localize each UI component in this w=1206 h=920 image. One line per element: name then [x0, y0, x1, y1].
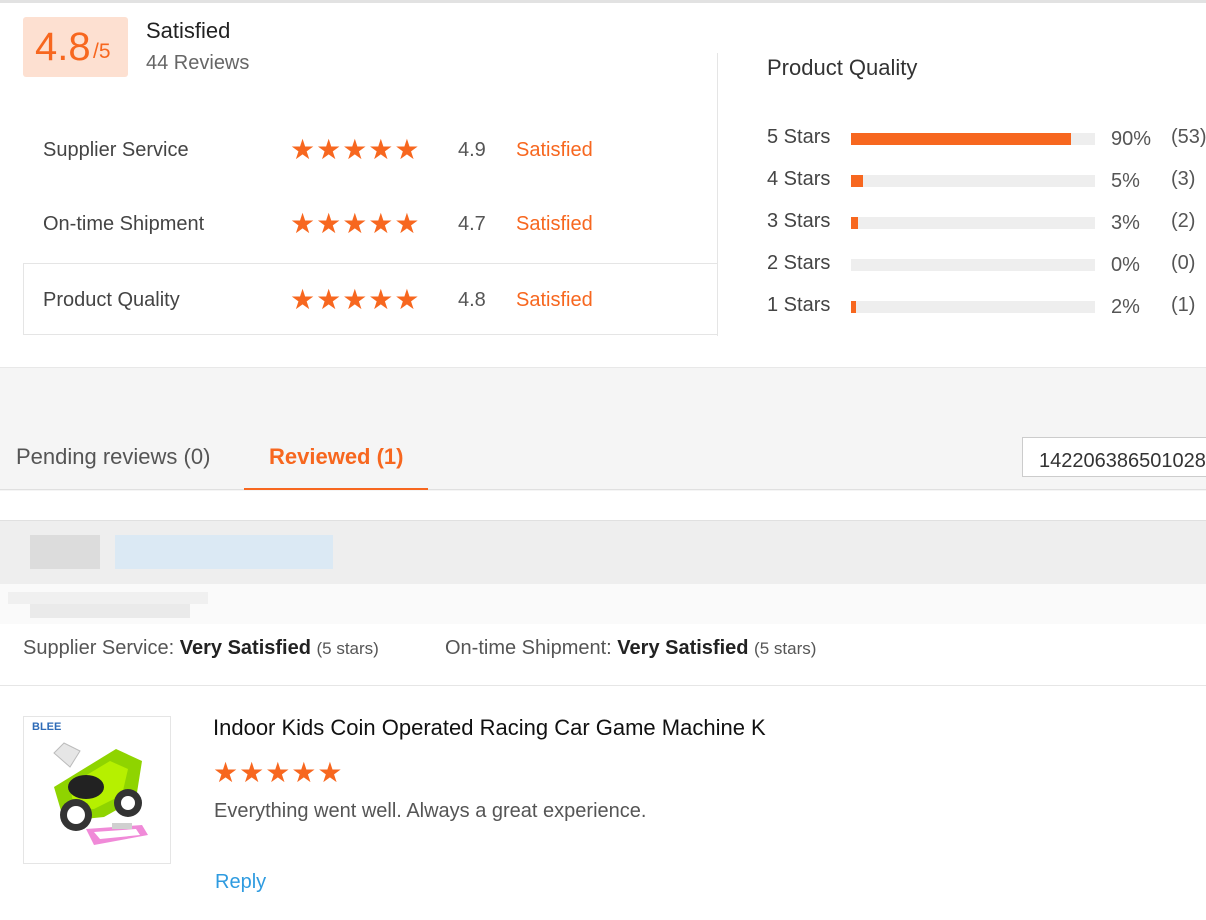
on-time-shipment-rating: On-time Shipment: Very Satisfied (5 star… — [445, 637, 816, 660]
metric-stars-on-time-shipment: ★★★★★ — [290, 208, 421, 239]
metric-stars-product-quality: ★★★★★ — [290, 284, 421, 315]
tabs-bottom-border — [0, 489, 1206, 490]
metric-label-on-time-shipment: On-time Shipment — [43, 213, 205, 235]
reply-link[interactable]: Reply — [215, 871, 266, 894]
blurred-reviewer-avatar — [30, 535, 100, 569]
supplier-service-rating-value: Very Satisfied — [179, 637, 311, 659]
overall-satisfaction-label: Satisfied — [146, 18, 231, 43]
quality-row-count: (3) — [1171, 168, 1196, 190]
supplier-service-rating-label: Supplier Service: — [23, 637, 175, 659]
on-time-shipment-rating-value: Very Satisfied — [617, 637, 749, 659]
overall-score-suffix: /5 — [93, 40, 111, 63]
quality-bar-track — [851, 175, 1095, 187]
tab-reviewed[interactable]: Reviewed (1) — [269, 444, 404, 470]
quality-bar-track — [851, 217, 1095, 229]
review-divider — [0, 685, 1206, 686]
quality-row-percent: 2% — [1111, 296, 1140, 318]
quality-bar-track — [851, 133, 1095, 145]
quality-row-percent: 5% — [1111, 170, 1140, 192]
quality-row-label: 5 Stars — [767, 126, 831, 148]
metric-score-on-time-shipment: 4.7 — [458, 213, 486, 235]
metric-stars-supplier-service: ★★★★★ — [290, 134, 421, 165]
quality-bar-fill — [851, 301, 856, 313]
product-title[interactable]: Indoor Kids Coin Operated Racing Car Gam… — [213, 715, 766, 741]
quality-bar-fill — [851, 217, 858, 229]
quality-row-count: (53) — [1171, 126, 1206, 148]
tab-pending-reviews[interactable]: Pending reviews (0) — [16, 444, 210, 470]
review-stars: ★★★★★ — [213, 757, 344, 788]
quality-bar-fill — [851, 175, 863, 187]
racing-car-machine-image — [53, 742, 148, 845]
top-border — [0, 0, 1206, 3]
on-time-shipment-rating-label: On-time Shipment: — [445, 637, 612, 659]
quality-bar-track — [851, 301, 1095, 313]
metric-status-on-time-shipment: Satisfied — [516, 213, 593, 235]
order-search-input[interactable] — [1022, 437, 1206, 477]
metric-score-product-quality: 4.8 — [458, 289, 486, 311]
reviewer-header — [0, 520, 1206, 585]
active-tab-underline — [244, 488, 428, 490]
metric-status-product-quality: Satisfied — [516, 289, 593, 311]
quality-row-label: 4 Stars — [767, 168, 831, 190]
metric-label-product-quality: Product Quality — [43, 289, 180, 311]
quality-row-label: 3 Stars — [767, 210, 831, 232]
review-text: Everything went well. Always a great exp… — [214, 800, 647, 822]
quality-row-percent: 90% — [1111, 128, 1152, 150]
vertical-divider — [717, 53, 718, 336]
blurred-reviewer-name — [115, 535, 333, 569]
overall-score: 4.8 — [35, 25, 91, 69]
supplier-service-rating: Supplier Service: Very Satisfied (5 star… — [23, 637, 379, 660]
supplier-service-rating-stars: (5 stars) — [316, 639, 379, 658]
on-time-shipment-rating-stars: (5 stars) — [754, 639, 817, 658]
quality-row-label: 1 Stars — [767, 294, 831, 316]
product-thumbnail[interactable]: BLEE — [23, 716, 171, 864]
quality-bar-fill — [851, 133, 1071, 145]
metric-label-supplier-service: Supplier Service — [43, 139, 189, 161]
quality-breakdown-title: Product Quality — [767, 55, 918, 80]
quality-row-percent: 3% — [1111, 212, 1140, 234]
blurred-date — [30, 604, 190, 618]
quality-row-count: (0) — [1171, 252, 1196, 274]
overall-score-badge: 4.8 /5 — [23, 17, 128, 77]
blurred-text — [8, 592, 208, 604]
reviews-count: 44 Reviews — [146, 52, 250, 74]
quality-row-label: 2 Stars — [767, 252, 831, 274]
quality-row-percent: 0% — [1111, 254, 1140, 276]
quality-bar-track — [851, 259, 1095, 271]
metric-status-supplier-service: Satisfied — [516, 139, 593, 161]
quality-row-count: (1) — [1171, 294, 1196, 316]
metric-score-supplier-service: 4.9 — [458, 139, 486, 161]
quality-row-count: (2) — [1171, 210, 1196, 232]
blurred-region — [0, 584, 1206, 624]
